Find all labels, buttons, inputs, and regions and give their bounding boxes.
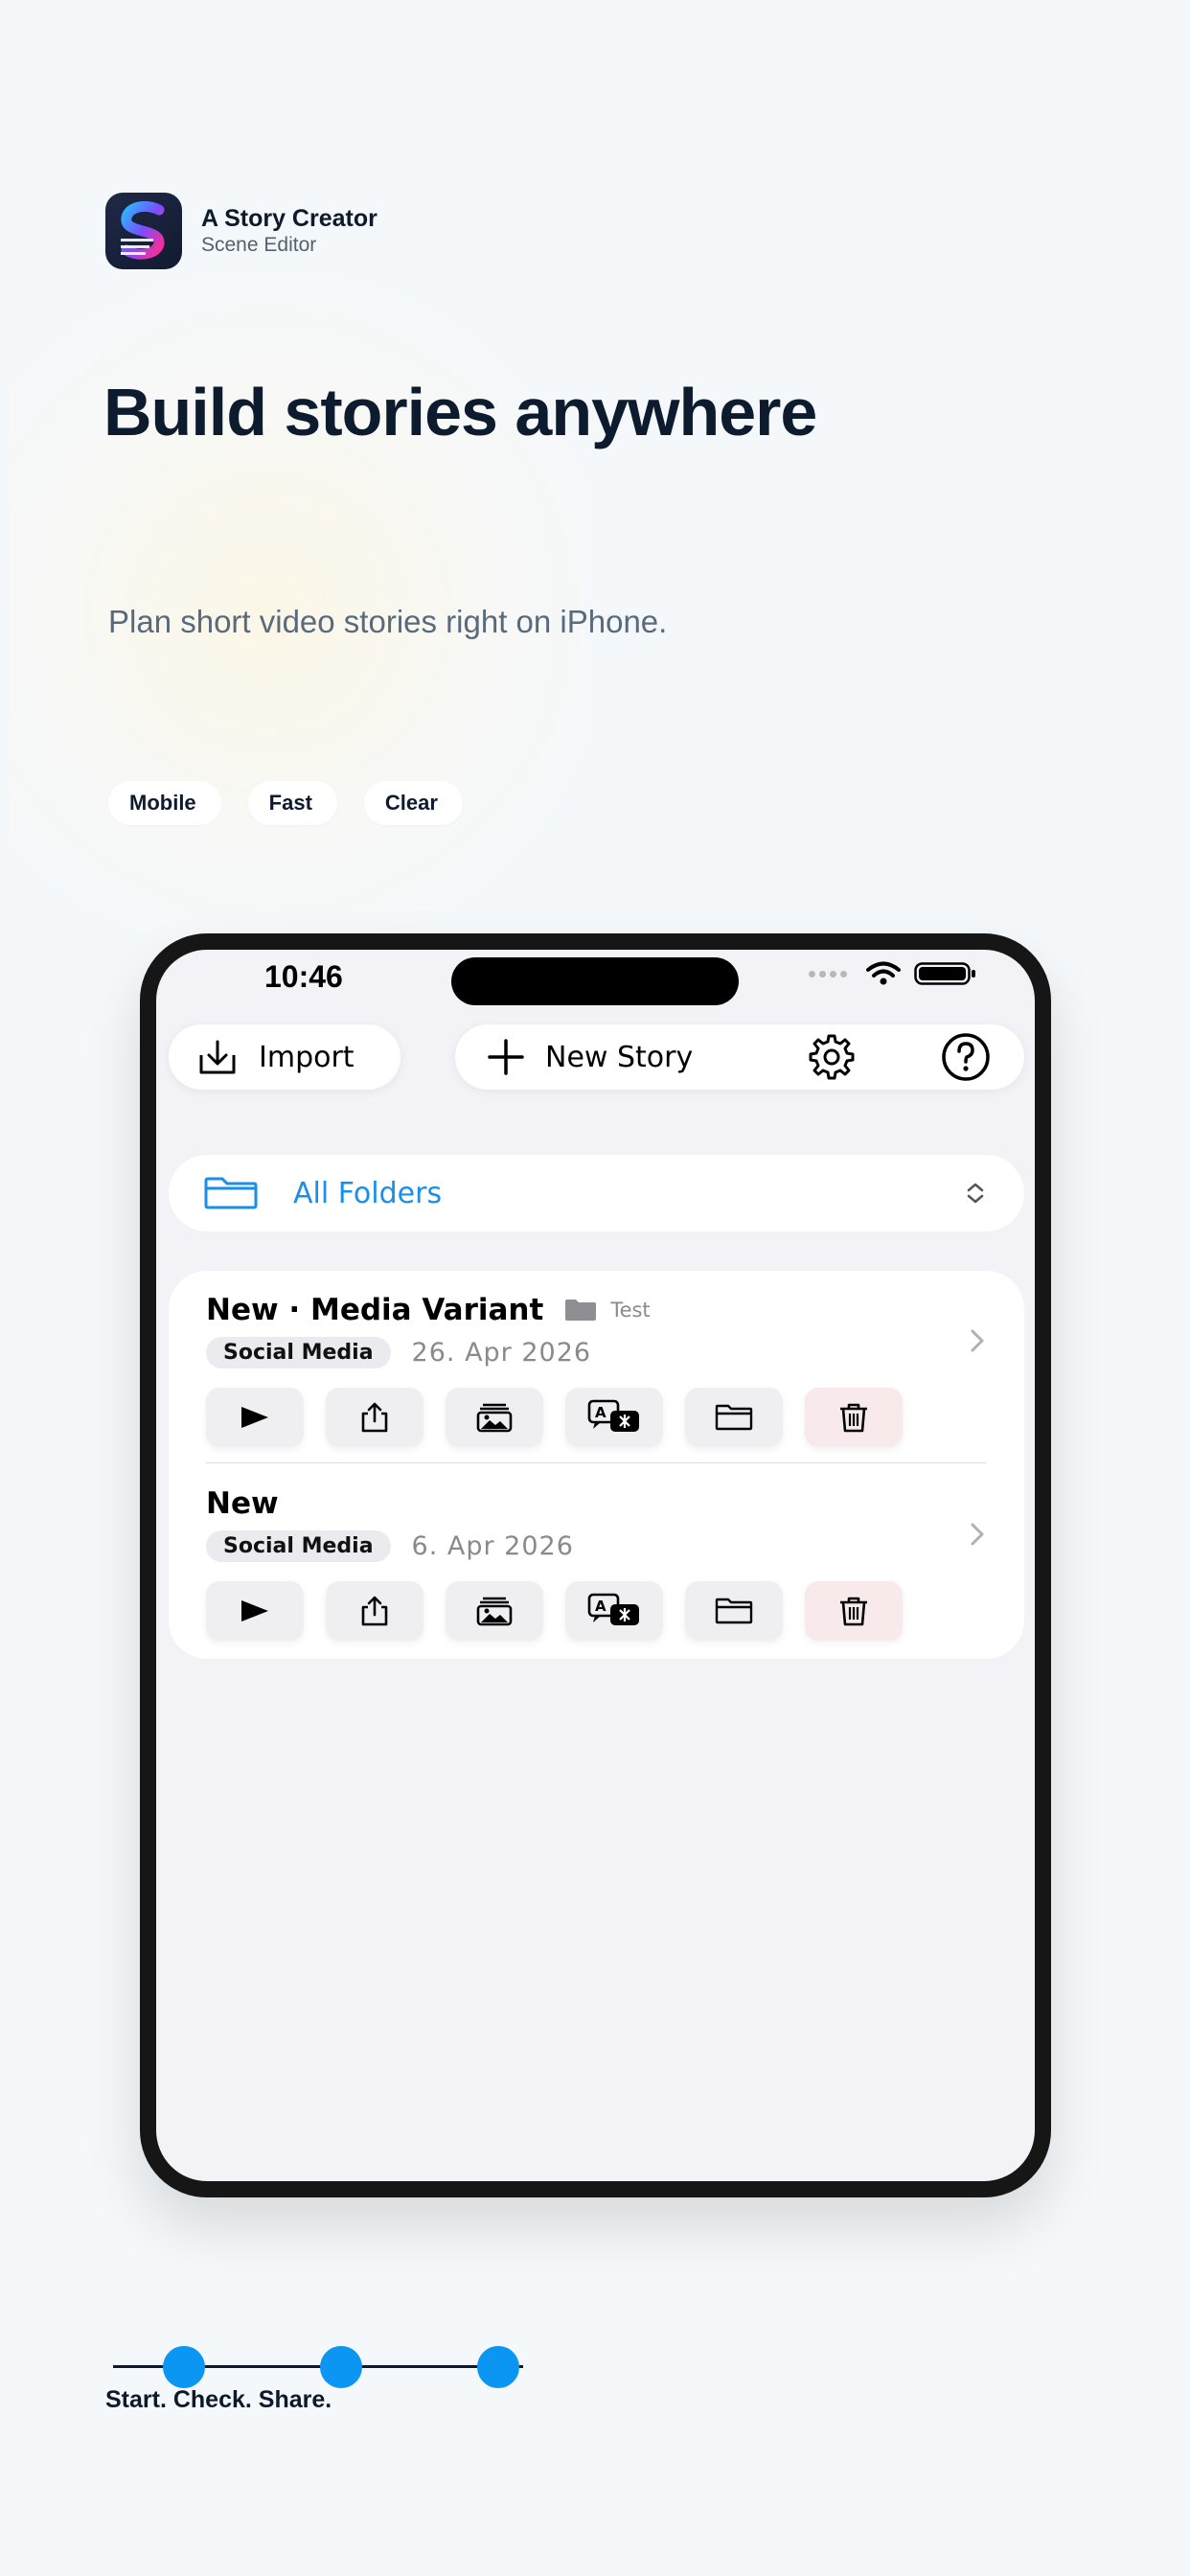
play-button[interactable] bbox=[206, 1581, 304, 1641]
progress-stepper bbox=[113, 2346, 525, 2388]
tagline: Start. Check. Share. bbox=[105, 2386, 332, 2413]
share-icon bbox=[361, 1596, 388, 1626]
play-button[interactable] bbox=[206, 1388, 304, 1447]
wifi-icon bbox=[866, 961, 901, 985]
app-subtitle: Scene Editor bbox=[201, 234, 317, 256]
story-actions: A bbox=[206, 1388, 987, 1447]
trash-icon bbox=[840, 1403, 867, 1433]
move-folder-button[interactable] bbox=[685, 1388, 783, 1447]
media-button[interactable] bbox=[446, 1388, 543, 1447]
delete-button[interactable] bbox=[805, 1581, 903, 1641]
share-button[interactable] bbox=[326, 1388, 423, 1447]
feature-chips: Mobile Fast Clear bbox=[108, 781, 490, 825]
translate-button[interactable]: A bbox=[565, 1388, 663, 1447]
folder-icon bbox=[204, 1177, 258, 1209]
story-title: New · Media Variant bbox=[206, 1293, 544, 1327]
row-divider bbox=[206, 1462, 987, 1463]
category-badge: Social Media bbox=[206, 1336, 391, 1368]
step-dot bbox=[320, 2346, 362, 2388]
media-button[interactable] bbox=[446, 1581, 543, 1641]
chip-mobile: Mobile bbox=[108, 781, 221, 825]
background-glow bbox=[10, 192, 584, 958]
import-button[interactable]: Import bbox=[169, 1024, 400, 1090]
new-story-label: New Story bbox=[545, 1040, 694, 1074]
share-icon bbox=[361, 1402, 388, 1433]
import-tray-icon bbox=[199, 1040, 236, 1074]
share-button[interactable] bbox=[326, 1581, 423, 1641]
phone-mockup: 10:46 Import New Story All Folders New ·… bbox=[140, 933, 1051, 2197]
import-label: Import bbox=[259, 1040, 355, 1074]
battery-icon bbox=[914, 962, 975, 985]
status-time: 10:46 bbox=[264, 959, 343, 994]
delete-button[interactable] bbox=[805, 1388, 903, 1447]
story-row[interactable]: New Social Media 6. Apr 2026 A bbox=[206, 1484, 987, 1641]
chevron-right-icon bbox=[971, 1329, 984, 1352]
step-dot bbox=[477, 2346, 519, 2388]
folder-picker-label: All Folders bbox=[293, 1176, 443, 1210]
subheadline: Plan short video stories right on iPhone… bbox=[108, 604, 668, 639]
question-circle-icon[interactable] bbox=[940, 1031, 992, 1083]
app-name: A Story Creator bbox=[201, 205, 378, 232]
folder-icon bbox=[715, 1404, 753, 1431]
gear-icon[interactable] bbox=[806, 1031, 858, 1083]
folder-picker[interactable]: All Folders bbox=[169, 1155, 1024, 1231]
translate-icon: A bbox=[587, 1593, 639, 1625]
story-date: 26. Apr 2026 bbox=[411, 1337, 592, 1368]
play-icon bbox=[241, 1600, 268, 1622]
headline: Build stories anywhere bbox=[103, 375, 817, 449]
story-actions: A bbox=[206, 1581, 987, 1641]
step-dot bbox=[163, 2346, 205, 2388]
brand-header: A Story Creator Scene Editor bbox=[105, 193, 378, 269]
play-icon bbox=[241, 1407, 268, 1428]
trash-icon bbox=[840, 1597, 867, 1626]
folder-icon bbox=[715, 1598, 753, 1624]
move-folder-button[interactable] bbox=[685, 1581, 783, 1641]
story-folder-tag: Test bbox=[610, 1299, 651, 1322]
chevron-right-icon bbox=[971, 1523, 984, 1546]
story-list: New · Media Variant Test Social Media 26… bbox=[169, 1271, 1024, 1659]
story-title: New bbox=[206, 1486, 279, 1521]
folder-fill-icon bbox=[565, 1300, 597, 1321]
translate-button[interactable]: A bbox=[565, 1581, 663, 1641]
svg-text:A: A bbox=[595, 1404, 606, 1421]
signal-icon bbox=[809, 970, 851, 978]
media-stack-icon bbox=[476, 1403, 513, 1433]
chip-clear: Clear bbox=[363, 781, 463, 825]
new-story-button[interactable]: New Story bbox=[486, 1037, 693, 1077]
chevron-up-down-icon bbox=[967, 1183, 984, 1204]
media-stack-icon bbox=[476, 1597, 513, 1626]
svg-text:A: A bbox=[595, 1598, 606, 1615]
translate-icon: A bbox=[587, 1399, 639, 1432]
toolbar-group: New Story bbox=[455, 1024, 1024, 1090]
story-date: 6. Apr 2026 bbox=[411, 1530, 574, 1561]
plus-icon bbox=[488, 1039, 524, 1075]
chip-fast: Fast bbox=[247, 781, 337, 825]
status-indicators bbox=[809, 961, 977, 986]
dynamic-island bbox=[451, 957, 739, 1005]
story-s-logo-icon bbox=[105, 193, 182, 269]
story-row[interactable]: New · Media Variant Test Social Media 26… bbox=[206, 1290, 987, 1447]
category-badge: Social Media bbox=[206, 1530, 391, 1562]
